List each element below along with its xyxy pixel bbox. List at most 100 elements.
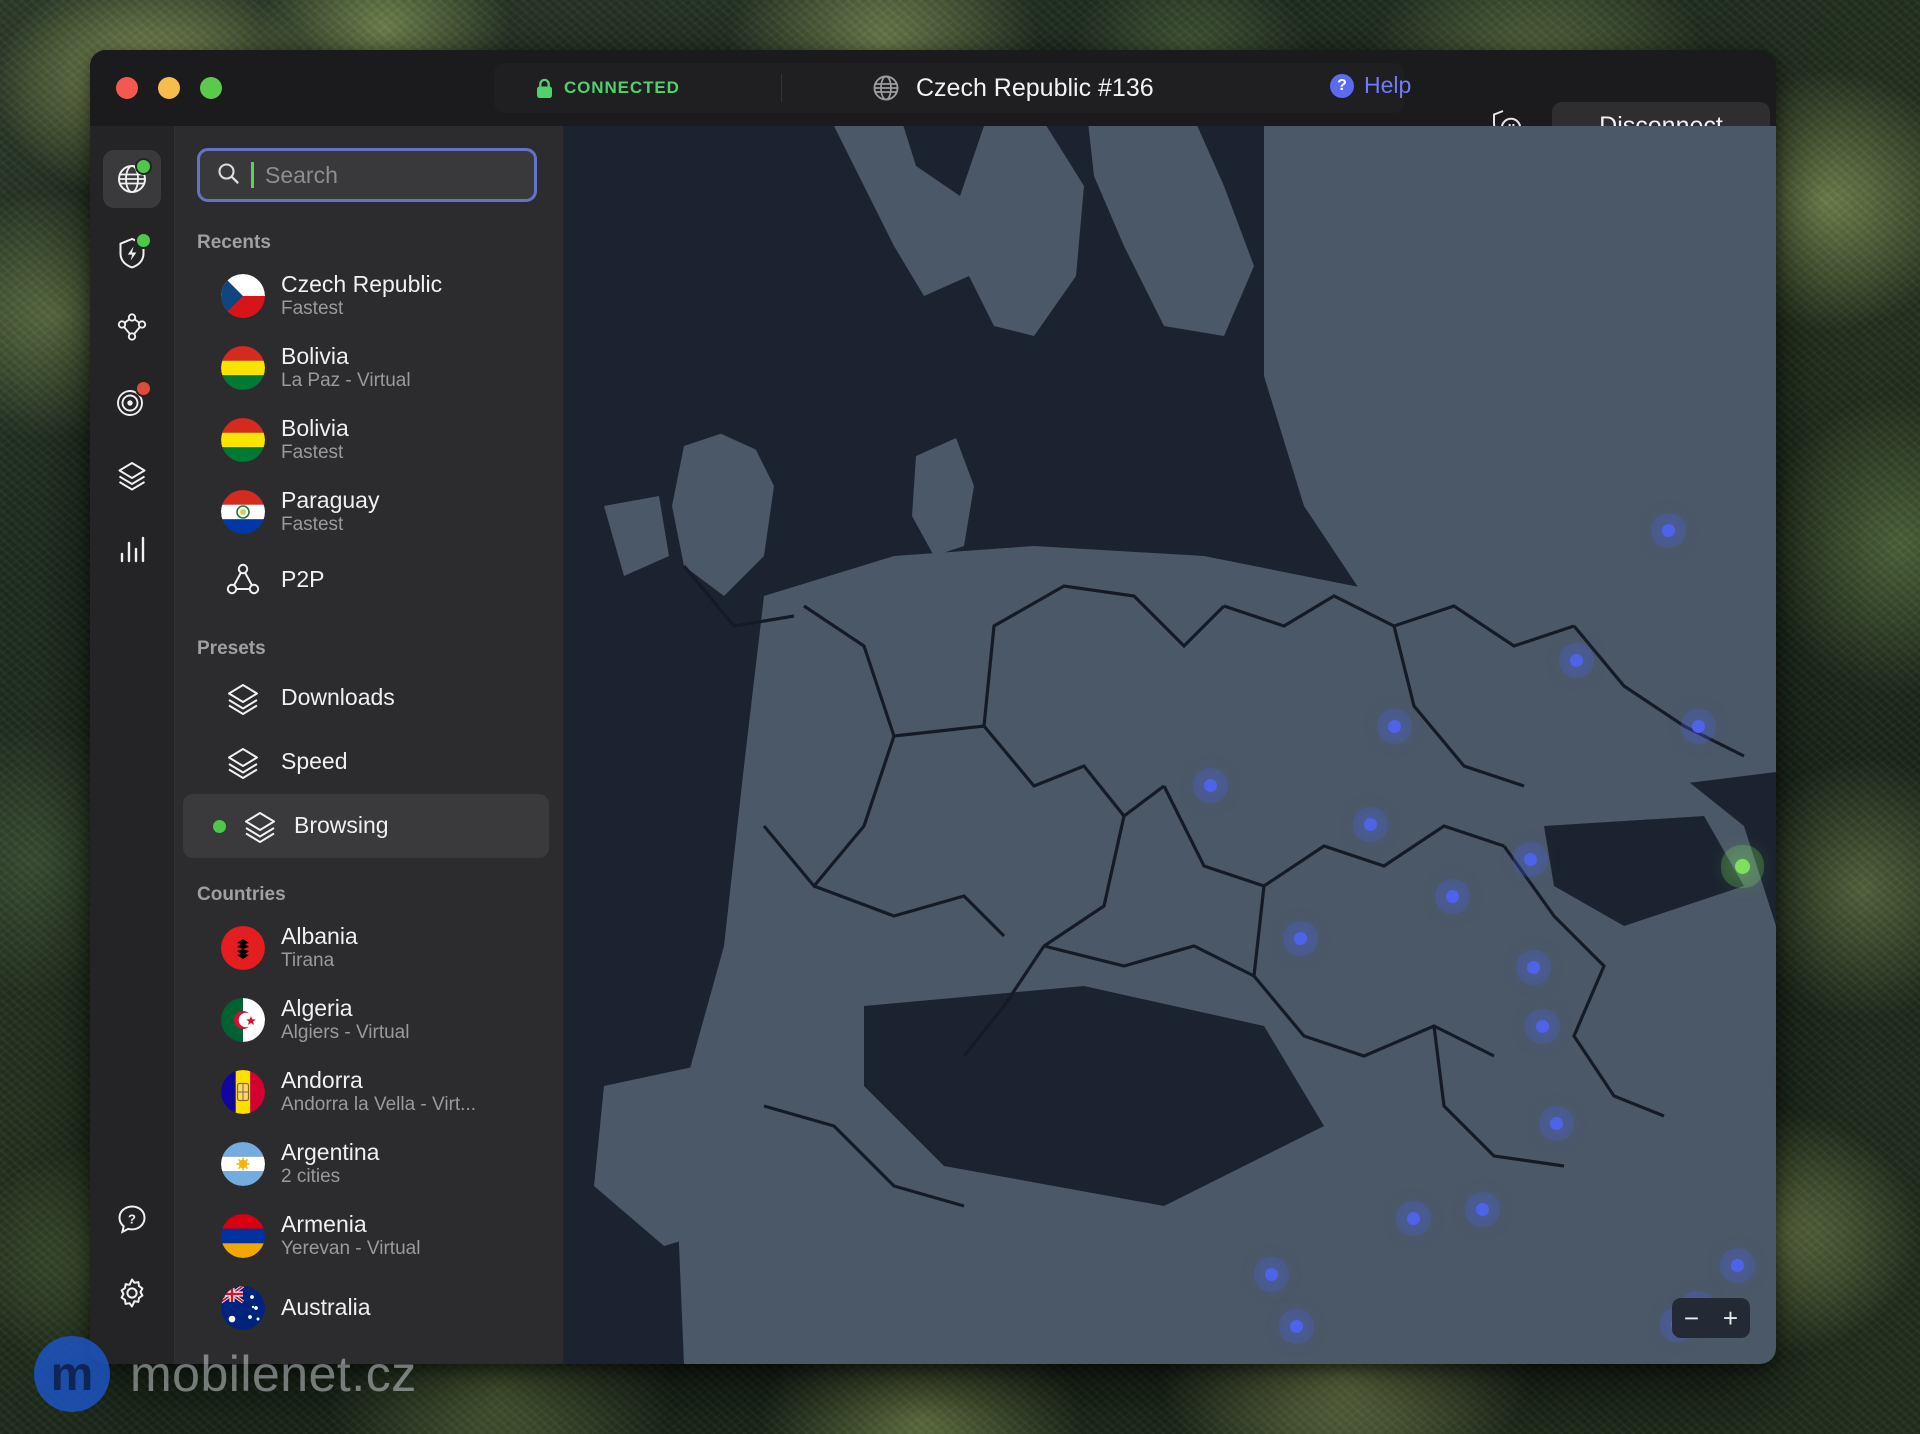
flag-albania bbox=[221, 926, 265, 970]
preset-item-text: Downloads bbox=[281, 684, 395, 711]
icon-rail: ? bbox=[90, 126, 175, 1364]
map-zoom-controls[interactable]: − + bbox=[1672, 1298, 1750, 1338]
search-input[interactable]: Search bbox=[197, 148, 537, 202]
lock-icon bbox=[536, 78, 553, 99]
help-button[interactable]: ? Help bbox=[1330, 72, 1411, 99]
preset-item-text: Speed bbox=[281, 748, 348, 775]
rail-item-globe[interactable] bbox=[103, 150, 161, 208]
list-item-subtitle: Fastest bbox=[281, 442, 349, 465]
minimize-button[interactable] bbox=[158, 77, 180, 99]
preset-item-title: Downloads bbox=[281, 684, 395, 711]
server-name-label: Czech Republic #136 bbox=[916, 74, 1154, 103]
list-item-subtitle: Tirana bbox=[281, 950, 358, 973]
list-item[interactable]: Bolivia La Paz - Virtual bbox=[183, 332, 549, 404]
rail-item-dark-web-monitor[interactable] bbox=[103, 372, 161, 430]
list-item-text: Australia bbox=[281, 1294, 370, 1321]
text-cursor bbox=[251, 162, 254, 188]
list-item-subtitle: Andorra la Vella - Virt... bbox=[281, 1094, 476, 1117]
connection-status: CONNECTED bbox=[494, 74, 782, 102]
list-item-title: Armenia bbox=[281, 1211, 420, 1238]
server-dot[interactable] bbox=[1388, 720, 1401, 733]
server-dot[interactable] bbox=[1294, 932, 1307, 945]
search-icon bbox=[216, 161, 240, 190]
server-dot[interactable] bbox=[1407, 1212, 1420, 1225]
traffic-lights bbox=[116, 77, 222, 99]
section-header-recents: Recents bbox=[175, 202, 563, 260]
list-item-title: Algeria bbox=[281, 995, 409, 1022]
connection-status-bar: CONNECTED Czech Republic #136 bbox=[494, 63, 1404, 113]
connected-server-marker[interactable] bbox=[1735, 859, 1750, 874]
server-dot[interactable] bbox=[1204, 779, 1217, 792]
rail-item-threat-protection[interactable] bbox=[103, 224, 161, 282]
preset-item-title: Browsing bbox=[294, 812, 389, 839]
active-preset-dot bbox=[213, 820, 226, 833]
server-dot[interactable] bbox=[1476, 1203, 1489, 1216]
list-item-text: Andorra Andorra la Vella - Virt... bbox=[281, 1067, 476, 1117]
list-item[interactable]: Albania Tirana bbox=[183, 912, 549, 984]
preset-item-downloads[interactable]: Downloads bbox=[183, 666, 549, 730]
rail-item-settings[interactable] bbox=[103, 1264, 161, 1322]
list-item-subtitle: Fastest bbox=[281, 514, 379, 537]
flag-bolivia bbox=[221, 418, 265, 462]
list-item-title: Albania bbox=[281, 923, 358, 950]
help-label: Help bbox=[1364, 72, 1411, 99]
flag-algeria bbox=[221, 998, 265, 1042]
layers-icon bbox=[221, 740, 265, 784]
server-dot[interactable] bbox=[1524, 853, 1537, 866]
list-item-text: Albania Tirana bbox=[281, 923, 358, 973]
server-dot[interactable] bbox=[1731, 1259, 1744, 1272]
current-server[interactable]: Czech Republic #136 bbox=[782, 74, 1154, 103]
server-dot[interactable] bbox=[1692, 720, 1705, 733]
list-item[interactable]: Armenia Yerevan - Virtual bbox=[183, 1200, 549, 1272]
server-dot[interactable] bbox=[1662, 524, 1675, 537]
rail-item-presets[interactable] bbox=[103, 446, 161, 504]
section-header-countries: Countries bbox=[175, 858, 563, 912]
list-item-title: Argentina bbox=[281, 1139, 379, 1166]
server-dot[interactable] bbox=[1570, 654, 1583, 667]
flag-paraguay bbox=[221, 490, 265, 534]
flag-armenia bbox=[221, 1214, 265, 1258]
map-landmass bbox=[564, 126, 1776, 1364]
list-item-text: Algeria Algiers - Virtual bbox=[281, 995, 409, 1045]
zoom-in-button[interactable]: + bbox=[1723, 1305, 1738, 1331]
preset-item-title: Speed bbox=[281, 748, 348, 775]
zoom-button[interactable] bbox=[200, 77, 222, 99]
list-item-text: P2P bbox=[281, 566, 324, 593]
list-item-title: Andorra bbox=[281, 1067, 476, 1094]
rail-item-statistics[interactable] bbox=[103, 520, 161, 578]
list-item-text: Argentina 2 cities bbox=[281, 1139, 379, 1189]
server-dot[interactable] bbox=[1364, 818, 1377, 831]
list-item-text: Bolivia Fastest bbox=[281, 415, 349, 465]
list-item[interactable]: Paraguay Fastest bbox=[183, 476, 549, 548]
list-item-title: P2P bbox=[281, 566, 324, 593]
list-item[interactable]: Czech Republic Fastest bbox=[183, 260, 549, 332]
rail-item-mesh-network[interactable] bbox=[103, 298, 161, 356]
search-container: Search bbox=[175, 126, 563, 202]
list-item-text: Armenia Yerevan - Virtual bbox=[281, 1211, 420, 1261]
list-item-p2p[interactable]: P2P bbox=[183, 548, 549, 612]
list-item[interactable]: Australia bbox=[183, 1272, 549, 1344]
layers-icon bbox=[221, 676, 265, 720]
server-dot[interactable] bbox=[1527, 961, 1540, 974]
preset-item-speed[interactable]: Speed bbox=[183, 730, 549, 794]
status-dot-green bbox=[135, 158, 152, 175]
world-map[interactable]: − + bbox=[564, 126, 1776, 1364]
list-item-title: Czech Republic bbox=[281, 271, 442, 298]
list-item[interactable]: Algeria Algiers - Virtual bbox=[183, 984, 549, 1056]
list-item[interactable]: Argentina 2 cities bbox=[183, 1128, 549, 1200]
server-dot[interactable] bbox=[1290, 1320, 1303, 1333]
section-header-presets: Presets bbox=[175, 612, 563, 666]
preset-item-browsing[interactable]: Browsing bbox=[183, 794, 549, 858]
list-item[interactable]: Andorra Andorra la Vella - Virt... bbox=[183, 1056, 549, 1128]
layers-icon bbox=[238, 804, 282, 848]
list-item-subtitle: Fastest bbox=[281, 298, 442, 321]
zoom-out-button[interactable]: − bbox=[1684, 1305, 1699, 1331]
server-dot[interactable] bbox=[1265, 1268, 1278, 1281]
list-item-subtitle: Yerevan - Virtual bbox=[281, 1238, 420, 1261]
rail-item-help[interactable]: ? bbox=[103, 1190, 161, 1248]
server-dot[interactable] bbox=[1446, 890, 1459, 903]
server-dot[interactable] bbox=[1550, 1117, 1563, 1130]
server-dot[interactable] bbox=[1536, 1020, 1549, 1033]
list-item[interactable]: Bolivia Fastest bbox=[183, 404, 549, 476]
close-button[interactable] bbox=[116, 77, 138, 99]
